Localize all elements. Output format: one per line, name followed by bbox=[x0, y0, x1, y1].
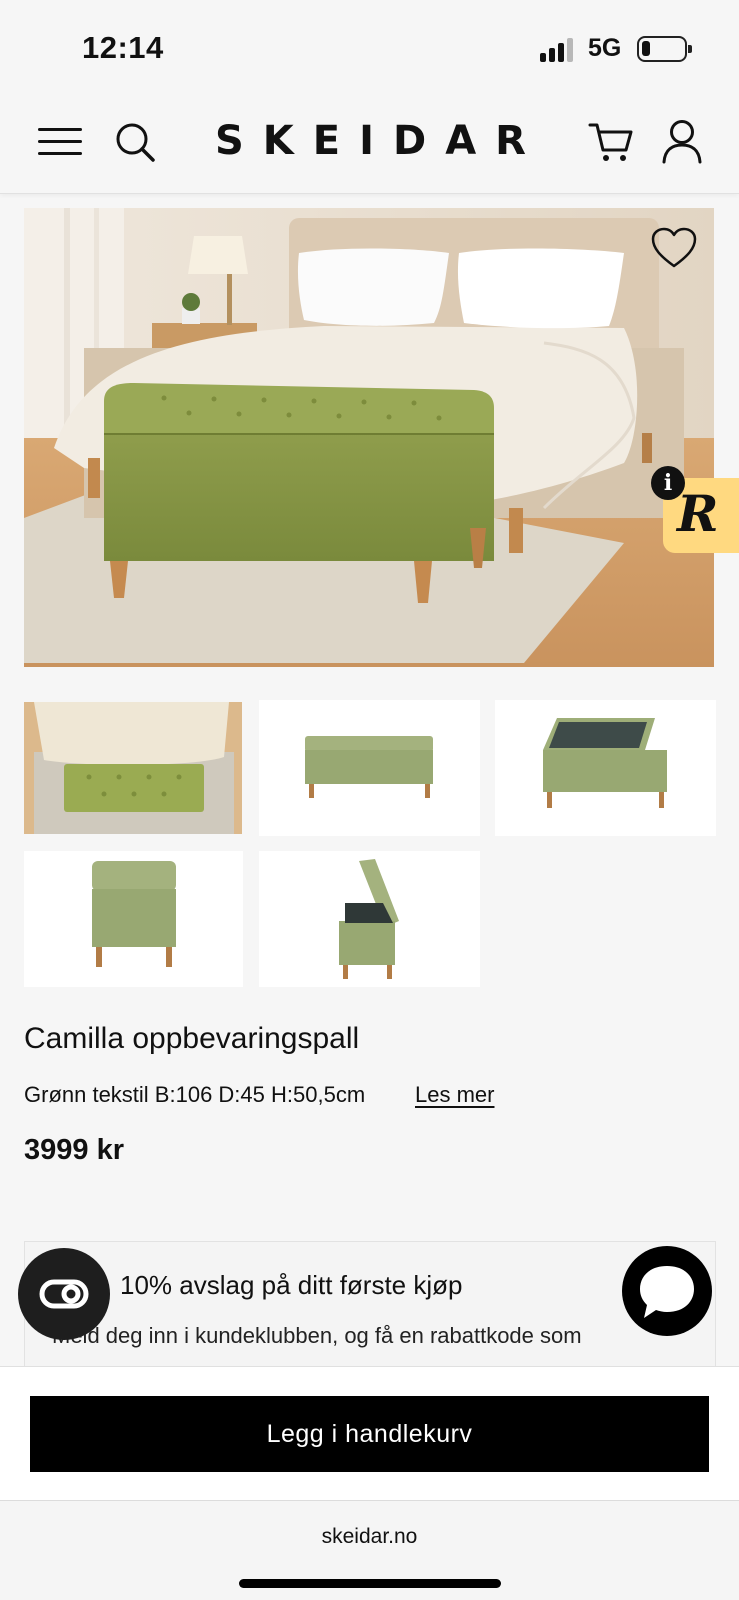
promo-text: Meld deg inn i kundeklubben, og få en ra… bbox=[52, 1323, 582, 1348]
badge-letter: R bbox=[677, 484, 719, 543]
favorite-heart-icon[interactable] bbox=[650, 226, 698, 270]
hamburger-menu-icon[interactable] bbox=[38, 126, 82, 158]
network-type: 5G bbox=[588, 34, 622, 62]
signal-strength-icon bbox=[540, 36, 578, 62]
product-description: Grønn tekstil B:106 D:45 H:50,5cm bbox=[24, 1082, 366, 1107]
promo-title: 10% avslag på ditt første kjøp bbox=[120, 1270, 463, 1300]
battery-icon bbox=[637, 36, 692, 62]
product-title: Camilla oppbevaringspall bbox=[24, 1022, 360, 1055]
thumbnail-4[interactable] bbox=[24, 851, 243, 987]
site-logo[interactable]: SKEIDAR bbox=[215, 118, 545, 164]
user-icon[interactable] bbox=[661, 118, 703, 164]
product-price: 3999 kr bbox=[24, 1134, 124, 1166]
status-bar: 12:14 5G bbox=[0, 0, 739, 96]
thumbnail-1[interactable] bbox=[24, 702, 242, 834]
product-hero-image[interactable] bbox=[24, 208, 714, 667]
add-to-cart-button[interactable]: Legg i handlekurv bbox=[30, 1396, 709, 1472]
home-indicator[interactable] bbox=[239, 1579, 501, 1588]
search-icon[interactable] bbox=[113, 120, 157, 164]
chat-bubble-icon[interactable] bbox=[622, 1246, 712, 1336]
info-icon[interactable]: i bbox=[651, 466, 685, 500]
url-address[interactable]: skeidar.no bbox=[0, 1525, 739, 1549]
site-header: SKEIDAR bbox=[0, 96, 739, 194]
sticky-cta-bar: Legg i handlekurv bbox=[0, 1366, 739, 1501]
thumbnail-5[interactable] bbox=[259, 851, 480, 987]
loop-widget-button[interactable] bbox=[18, 1248, 110, 1340]
shopping-cart-icon[interactable] bbox=[588, 120, 634, 164]
browser-bottom-bar: skeidar.no bbox=[0, 1501, 739, 1600]
thumbnail-2[interactable] bbox=[259, 700, 480, 836]
thumbnail-3[interactable] bbox=[495, 700, 716, 836]
read-more-link[interactable]: Les mer bbox=[415, 1082, 494, 1108]
status-time: 12:14 bbox=[82, 30, 164, 65]
